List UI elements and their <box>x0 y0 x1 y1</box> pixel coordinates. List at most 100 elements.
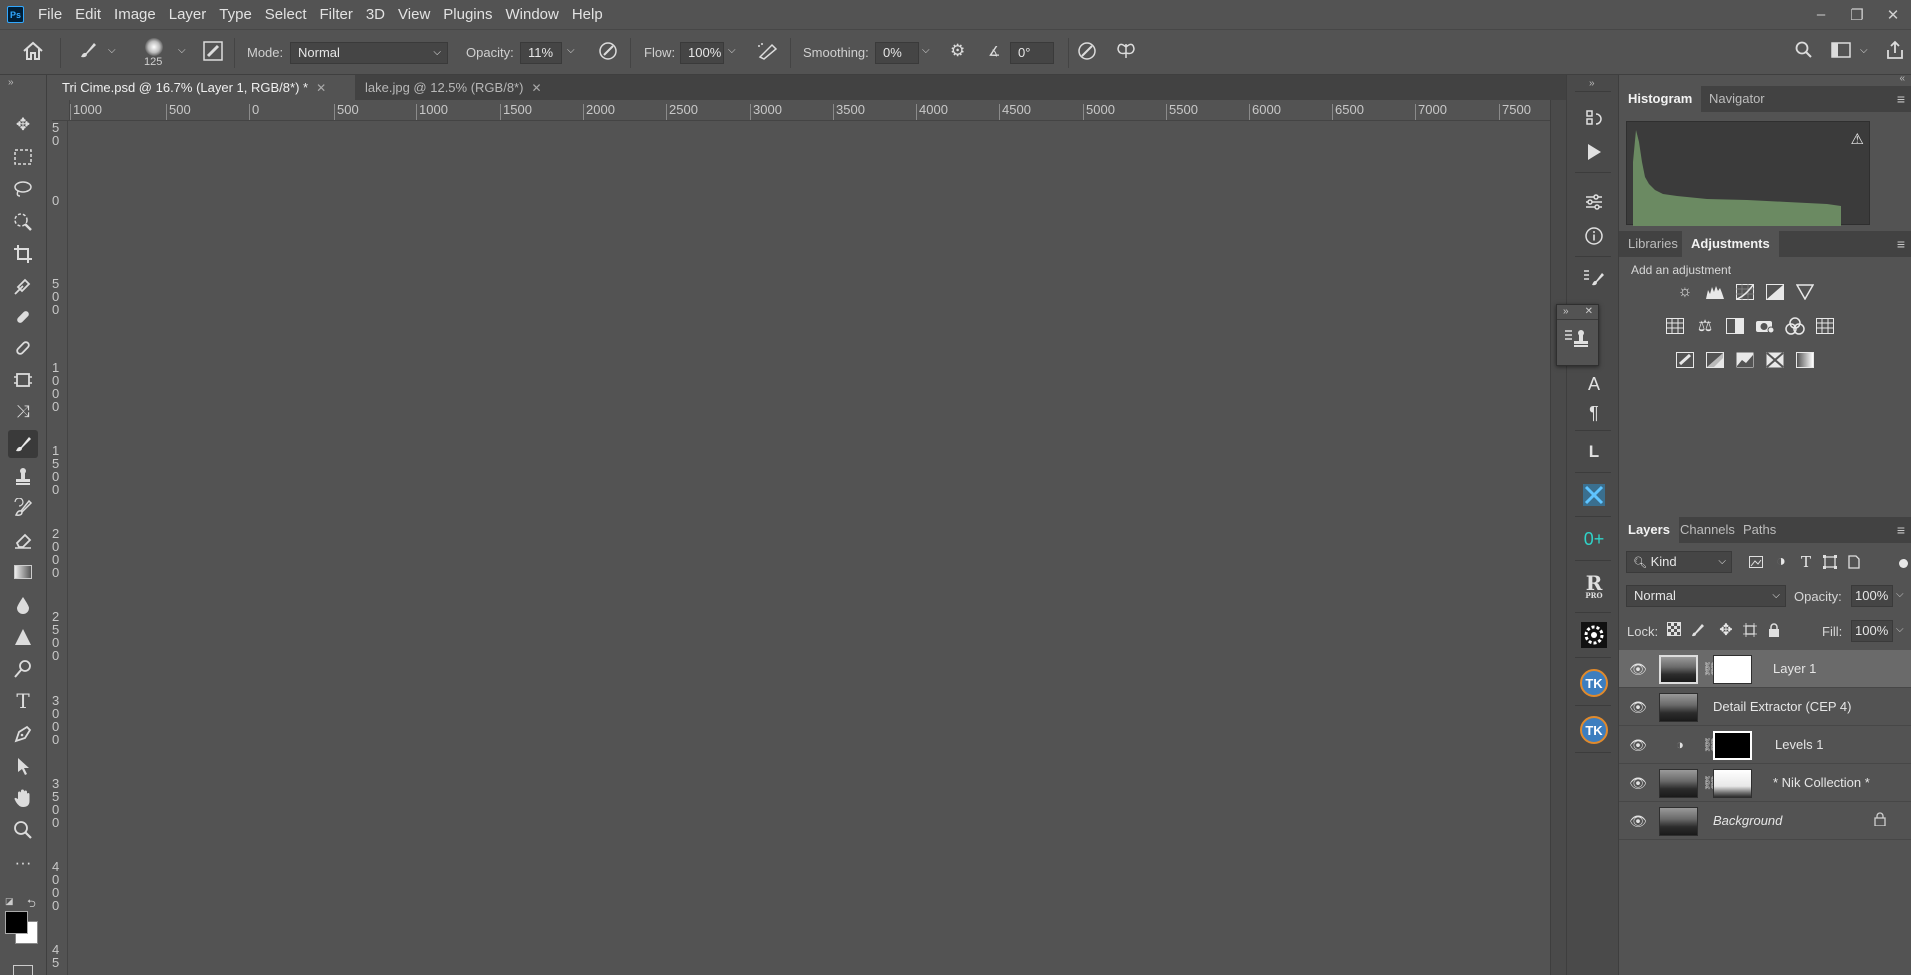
eraser-tool-icon[interactable] <box>8 526 38 554</box>
lock-icon[interactable] <box>1874 812 1886 829</box>
curves-icon[interactable] <box>1734 281 1756 303</box>
move-tool-icon[interactable]: ✥ <box>8 111 38 139</box>
flow-input[interactable]: 100% <box>680 42 724 64</box>
eye-icon[interactable]: 👁︎ <box>1629 699 1647 715</box>
chevron-down-icon[interactable]: ⌵ <box>1896 624 1904 635</box>
vibrance-icon[interactable] <box>1794 281 1816 303</box>
menu-layer[interactable]: Layer <box>169 6 207 23</box>
sharpen-tool-icon[interactable] <box>8 623 38 651</box>
eye-icon[interactable]: 👁︎ <box>1629 775 1647 791</box>
airbrush-icon[interactable] <box>756 41 780 66</box>
menu-plugins[interactable]: Plugins <box>443 6 492 23</box>
posterize-icon[interactable] <box>1704 349 1726 371</box>
chevron-down-icon[interactable]: ⌵ <box>567 45 575 56</box>
lock-artboard-icon[interactable] <box>1739 619 1761 641</box>
clone-source-icon[interactable] <box>1564 327 1590 354</box>
gradient-map-icon[interactable] <box>1794 349 1816 371</box>
quick-selection-tool-icon[interactable] <box>8 208 38 236</box>
pressure-opacity-icon[interactable] <box>598 41 618 66</box>
collapse-icon[interactable]: » <box>1589 78 1595 89</box>
restore-icon[interactable]: ❐ <box>1839 6 1875 24</box>
blur-tool-icon[interactable] <box>8 591 38 619</box>
chevron-down-icon[interactable]: ⌵ <box>922 45 930 56</box>
tab-libraries[interactable]: Libraries <box>1619 231 1687 257</box>
color-lookup-icon[interactable] <box>1814 315 1836 337</box>
lock-pixels-icon[interactable] <box>1687 619 1709 641</box>
menu-3d[interactable]: 3D <box>366 6 385 23</box>
patch-tool-icon[interactable] <box>8 334 38 362</box>
chevron-down-icon[interactable]: ⌵ <box>1896 589 1904 600</box>
opacity-input[interactable]: 11% <box>520 42 562 64</box>
selective-color-icon[interactable] <box>1764 349 1786 371</box>
plugin-gear-icon[interactable] <box>1579 620 1609 650</box>
color-balance-icon[interactable]: ⚖ <box>1694 315 1716 337</box>
brush-tool-icon[interactable] <box>8 430 38 458</box>
menu-file[interactable]: File <box>38 6 62 23</box>
quick-mask-icon[interactable] <box>13 965 33 975</box>
tab-navigator[interactable]: Navigator <box>1700 86 1774 112</box>
plugin-x-icon[interactable] <box>1579 480 1609 510</box>
brush-settings-icon[interactable] <box>1579 263 1609 293</box>
minimize-icon[interactable]: – <box>1803 6 1839 23</box>
lock-position-icon[interactable]: ✥ <box>1715 619 1737 641</box>
gradient-tool-icon[interactable] <box>8 558 38 586</box>
history-brush-tool-icon[interactable] <box>8 494 38 522</box>
clone-stamp-tool-icon[interactable] <box>8 462 38 490</box>
brush-preset-icon[interactable] <box>145 38 163 56</box>
symmetry-icon[interactable] <box>1115 41 1137 66</box>
crop-tool-icon[interactable] <box>8 240 38 268</box>
smoothing-input[interactable]: 0% <box>875 42 919 64</box>
path-selection-tool-icon[interactable] <box>8 752 38 780</box>
foreground-color-swatch[interactable] <box>5 911 28 934</box>
lock-all-icon[interactable] <box>1763 619 1785 641</box>
filter-shape-icon[interactable] <box>1819 551 1841 573</box>
chevron-down-icon[interactable]: ⌵ <box>108 45 116 56</box>
eye-icon[interactable]: 👁︎ <box>1629 737 1647 753</box>
eye-icon[interactable]: 👁︎ <box>1629 661 1647 677</box>
marquee-tool-icon[interactable] <box>8 143 38 171</box>
close-icon[interactable]: ✕ <box>1585 306 1593 317</box>
menu-edit[interactable]: Edit <box>75 6 101 23</box>
layer-mask-thumbnail[interactable] <box>1713 655 1752 684</box>
eyedropper-tool-icon[interactable] <box>8 272 38 300</box>
hand-tool-icon[interactable] <box>8 784 38 812</box>
tk-panel-icon[interactable]: TK <box>1579 668 1609 698</box>
gear-icon[interactable]: ⚙ <box>950 41 965 61</box>
layer-mask-thumbnail[interactable] <box>1713 731 1752 760</box>
blend-mode-select[interactable]: Normal ⌵ <box>1626 585 1786 607</box>
collapse-icon[interactable]: » <box>8 77 14 88</box>
layer-row-levels-1[interactable]: 👁︎ ◑ ⛓︎ Levels 1 <box>1619 726 1911 764</box>
filter-smart-object-icon[interactable] <box>1843 551 1865 573</box>
pen-tool-icon[interactable] <box>8 720 38 748</box>
warning-icon[interactable]: ⚠ <box>1851 130 1864 148</box>
collapse-icon[interactable]: « <box>1899 73 1905 84</box>
more-tools-icon[interactable]: ··· <box>8 849 38 877</box>
filter-type-icon[interactable]: T <box>1795 551 1817 573</box>
zoom-tool-icon[interactable] <box>8 816 38 844</box>
tab-paths[interactable]: Paths <box>1734 517 1785 543</box>
filter-adjustment-icon[interactable]: ◑ <box>1770 551 1792 573</box>
properties-icon[interactable] <box>1579 187 1609 217</box>
chevron-down-icon[interactable]: ⌵ <box>1860 45 1868 56</box>
layer-row-background[interactable]: 👁︎ Background <box>1619 802 1911 840</box>
close-icon[interactable]: ✕ <box>1875 6 1911 24</box>
menu-type[interactable]: Type <box>219 6 252 23</box>
plugin-l-icon[interactable]: L <box>1579 437 1609 467</box>
panel-menu-icon[interactable]: ≡ <box>1897 522 1905 538</box>
brightness-contrast-icon[interactable]: ☼ <box>1674 281 1696 303</box>
type-tool-icon[interactable]: T <box>8 687 38 715</box>
filter-pixel-icon[interactable] <box>1745 551 1767 573</box>
invert-icon[interactable] <box>1674 349 1696 371</box>
menu-filter[interactable]: Filter <box>320 6 353 23</box>
search-icon[interactable] <box>1795 41 1813 64</box>
paragraph-icon[interactable]: ¶ <box>1579 398 1609 428</box>
play-actions-icon[interactable] <box>1579 137 1609 167</box>
layer-row-layer-1[interactable]: 👁︎ ⛓︎ Layer 1 <box>1619 650 1911 688</box>
chevron-down-icon[interactable]: ⌵ <box>178 45 186 56</box>
ruler-origin[interactable] <box>52 100 70 121</box>
expand-icon[interactable]: » <box>1563 306 1569 317</box>
tab-lake[interactable]: lake.jpg @ 12.5% (RGB/8*) ✕ <box>355 75 575 100</box>
info-icon[interactable] <box>1579 221 1609 251</box>
tab-histogram[interactable]: Histogram <box>1619 86 1702 112</box>
tab-channels[interactable]: Channels <box>1671 517 1744 543</box>
